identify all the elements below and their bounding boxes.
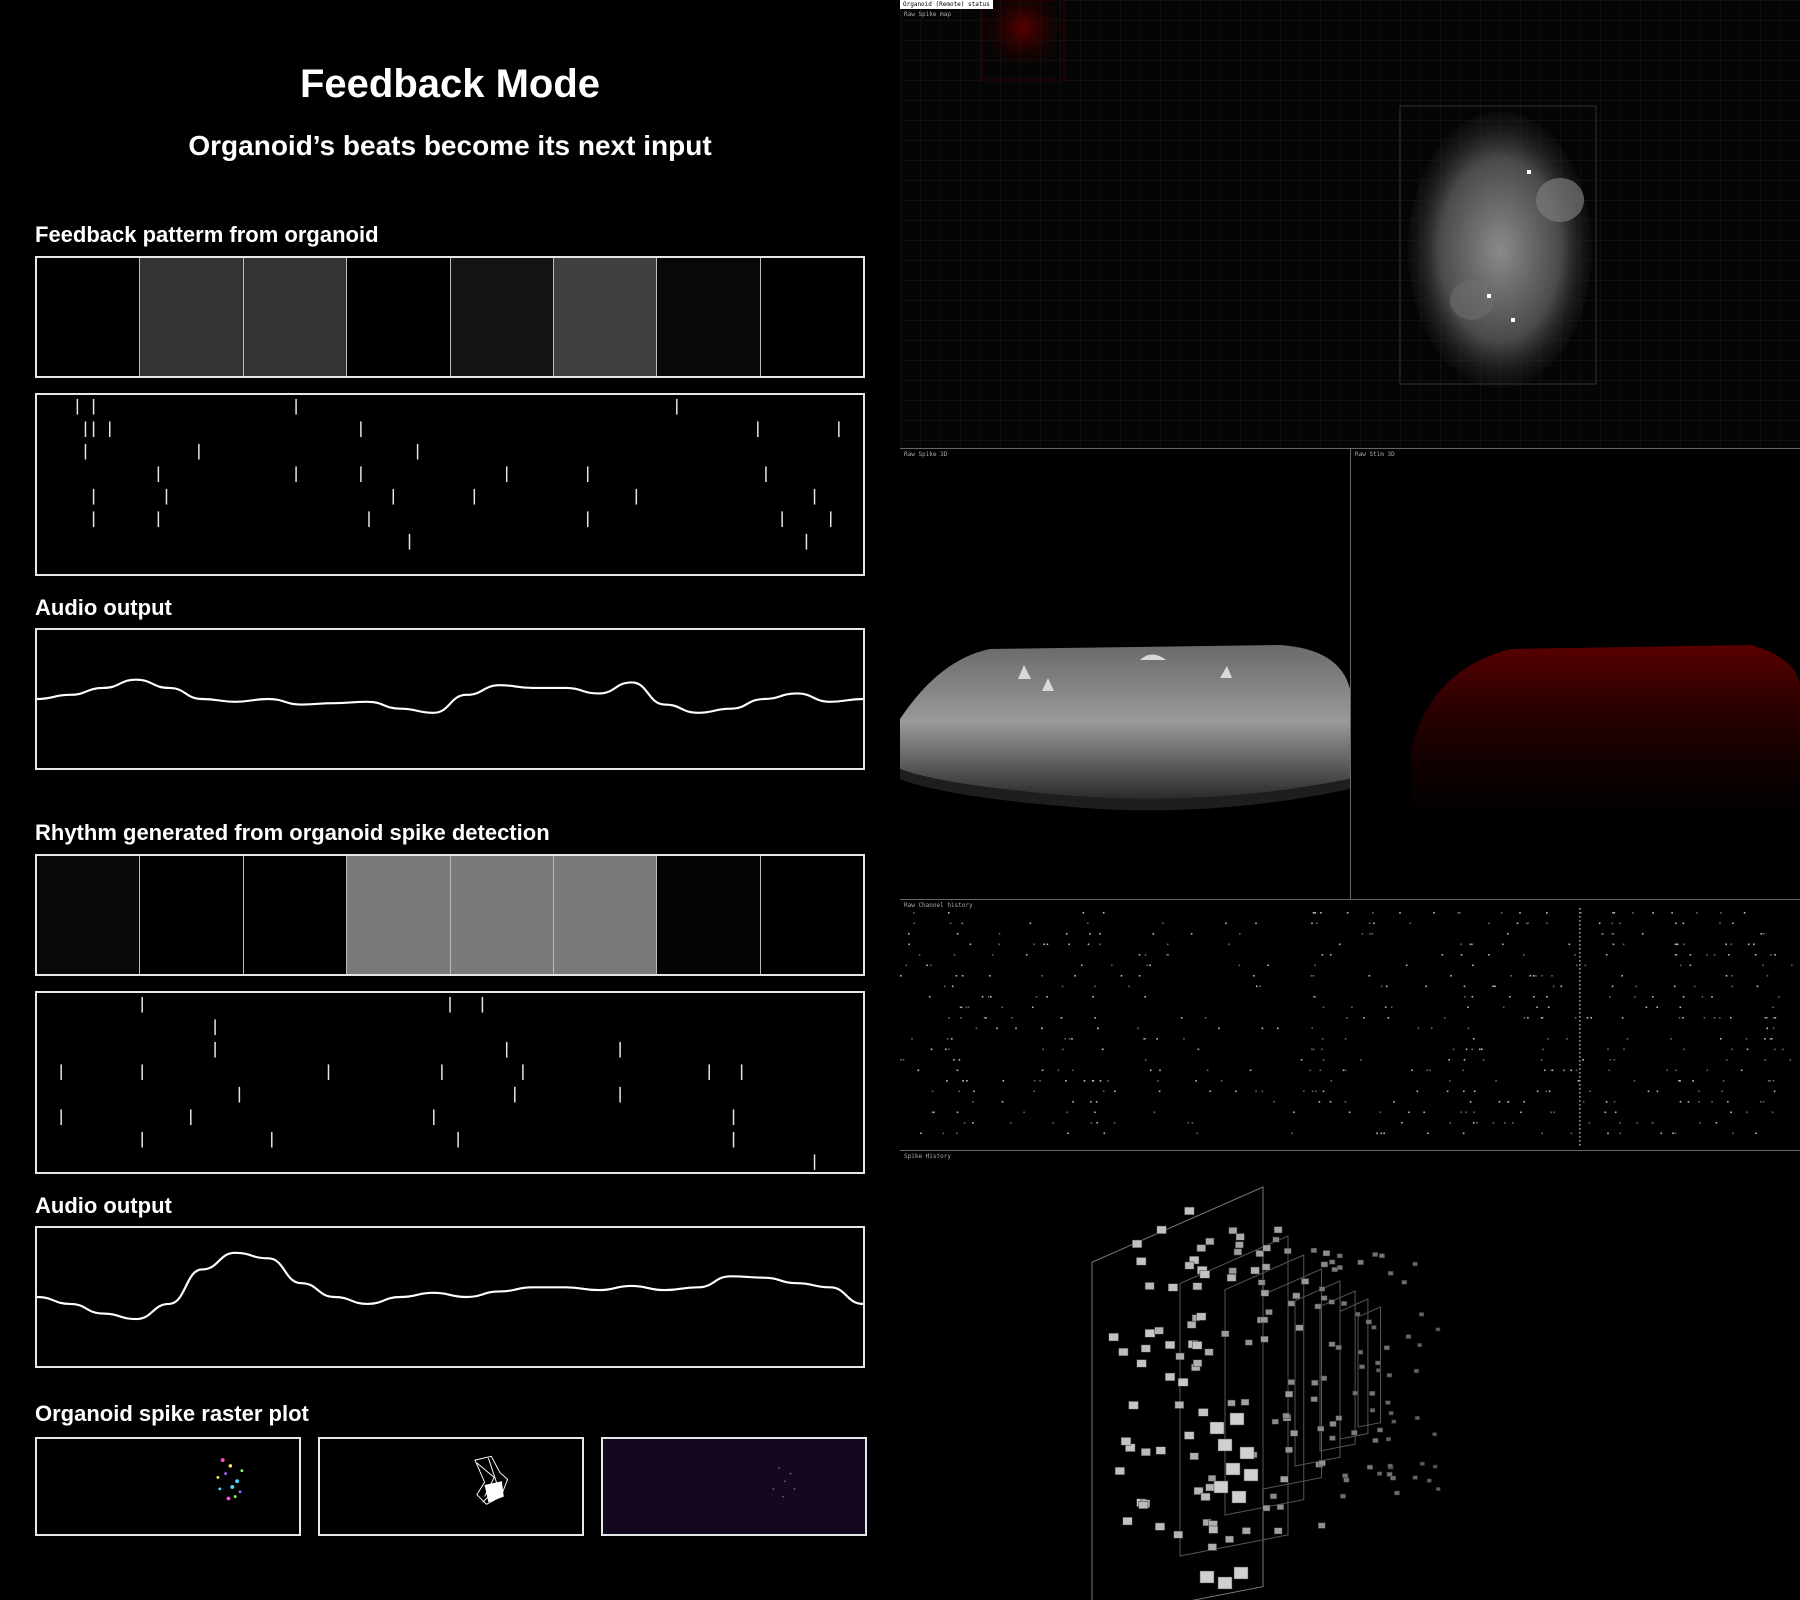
feedback-step-sequencer[interactable] bbox=[35, 256, 865, 378]
page-title: Feedback Mode bbox=[299, 62, 601, 106]
spike-history-3d bbox=[1091, 1186, 1441, 1600]
rhythm-step-5[interactable] bbox=[450, 856, 554, 974]
feedback-step-7[interactable] bbox=[657, 258, 761, 376]
feedback-step-5[interactable] bbox=[450, 258, 554, 376]
feedback-audio-waveform bbox=[35, 628, 865, 770]
stim-3d-surface bbox=[1411, 645, 1800, 809]
rhythm-step-sequencer[interactable] bbox=[35, 854, 865, 976]
spike-map-image bbox=[900, 0, 1800, 448]
channel-history-label: Raw Channel history bbox=[904, 902, 973, 909]
feedback-mode-panel: Feedback Mode Organoid’s beats become it… bbox=[0, 0, 900, 1600]
feedback-step-6[interactable] bbox=[553, 258, 658, 376]
organoid-monitor: Organoid (Remote) status Raw Spike map R… bbox=[900, 0, 1800, 1600]
rhythm-step-8[interactable] bbox=[760, 856, 863, 974]
feedback-step-4[interactable] bbox=[347, 258, 451, 376]
rhythm-step-7[interactable] bbox=[657, 856, 761, 974]
rhythm-step-2[interactable] bbox=[140, 856, 244, 974]
rhythm-audio-waveform bbox=[35, 1226, 865, 1368]
raster-plot-label: Organoid spike raster plot bbox=[35, 1401, 309, 1426]
organoid-status-tag[interactable]: Organoid (Remote) status bbox=[900, 0, 993, 9]
feedback-step-1[interactable] bbox=[37, 258, 141, 376]
feedback-pattern-label: Feedback patterm from organoid bbox=[35, 222, 379, 247]
raw-spike-3d-panel: Raw Spike 3D bbox=[900, 449, 1351, 900]
rhythm-waveform-line bbox=[37, 1251, 863, 1321]
feedback-step-2[interactable] bbox=[140, 258, 244, 376]
rhythm-step-6[interactable] bbox=[553, 856, 658, 974]
rhythm-step-4[interactable] bbox=[347, 856, 451, 974]
channel-history-dots bbox=[900, 908, 1793, 1146]
feedback-step-8[interactable] bbox=[760, 258, 863, 376]
spike-3d-label: Raw Spike 3D bbox=[904, 451, 948, 458]
stim-3d-label: Raw Stim 3D bbox=[1355, 451, 1395, 458]
spike-history-label: Spike History bbox=[904, 1153, 951, 1160]
raw-stim-3d-panel: Raw Stim 3D bbox=[1351, 449, 1800, 900]
spike-3d-surface bbox=[900, 645, 1350, 811]
raster-thumb-purple-grid[interactable] bbox=[601, 1437, 867, 1536]
raw-channel-history-panel: Raw Channel history bbox=[900, 900, 1800, 1151]
spike-history-panel: Spike History bbox=[900, 1151, 1800, 1600]
rhythm-audio-label: Audio output bbox=[35, 1193, 172, 1218]
feedback-step-3[interactable] bbox=[243, 258, 348, 376]
raster-thumb-color-dots[interactable] bbox=[35, 1437, 301, 1536]
raw-spike-map-panel: Organoid (Remote) status Raw Spike map bbox=[900, 0, 1800, 449]
rhythm-spike-raster bbox=[35, 991, 865, 1174]
feedback-spike-raster bbox=[35, 393, 865, 576]
rhythm-label: Rhythm generated from organoid spike det… bbox=[35, 820, 550, 845]
rhythm-step-1[interactable] bbox=[37, 856, 141, 974]
feedback-waveform-line bbox=[37, 678, 863, 714]
raster-thumb-wireframe[interactable] bbox=[318, 1437, 584, 1536]
page-subtitle: Organoid’s beats become its next input bbox=[188, 130, 712, 161]
rhythm-step-3[interactable] bbox=[243, 856, 348, 974]
spike-map-label: Raw Spike map bbox=[904, 11, 951, 18]
feedback-audio-label: Audio output bbox=[35, 595, 172, 620]
